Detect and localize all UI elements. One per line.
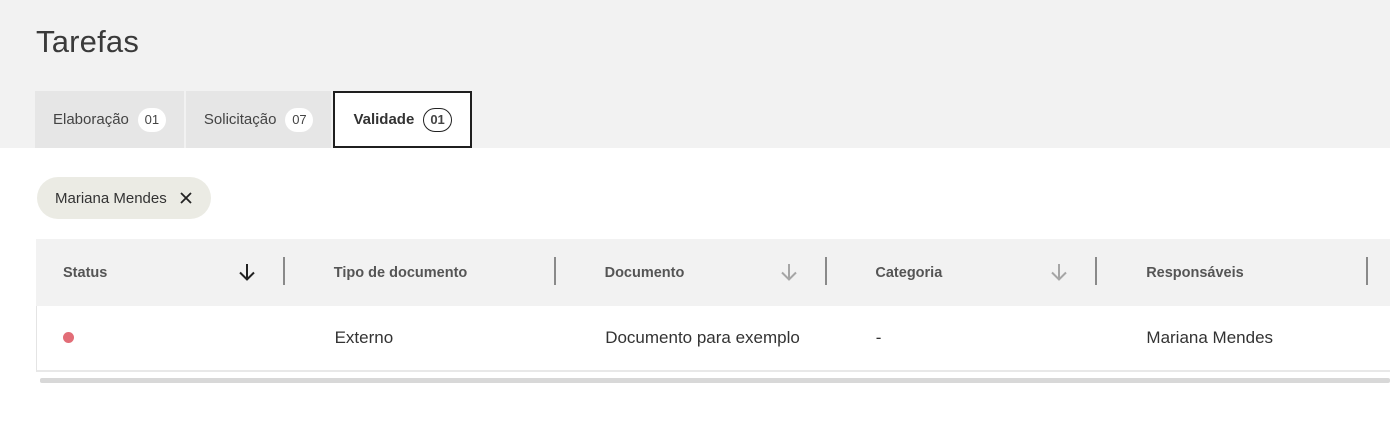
column-header-label: Categoria <box>875 264 943 281</box>
arrow-down-icon[interactable] <box>236 261 258 283</box>
tab-count-badge: 01 <box>137 107 166 132</box>
tab-solicitacao[interactable]: Solicitação 07 <box>185 91 332 148</box>
tipo-cell: Externo <box>334 328 394 347</box>
column-header-label: Status <box>63 264 108 281</box>
status-cell <box>37 328 308 348</box>
categoria-cell: - <box>875 328 882 347</box>
table-row[interactable]: Externo Documento para exemplo - Mariana… <box>36 306 1390 372</box>
page-header: Tarefas Elaboração 01 Solicitação 07 Val… <box>0 0 1390 148</box>
column-resize-handle[interactable] <box>1366 257 1369 285</box>
column-resize-handle[interactable] <box>1095 257 1098 285</box>
column-resize-handle[interactable] <box>553 257 556 285</box>
tab-validade[interactable]: Validade 01 <box>333 91 472 148</box>
arrow-down-icon[interactable] <box>778 261 800 283</box>
horizontal-scrollbar[interactable] <box>40 378 1390 383</box>
column-header-categoria[interactable]: Categoria <box>848 239 1119 306</box>
column-header-tipo-de-documento[interactable]: Tipo de documento <box>307 239 578 306</box>
responsaveis-cell: Mariana Mendes <box>1146 328 1274 347</box>
status-dot <box>63 332 74 343</box>
column-header-documento[interactable]: Documento <box>578 239 849 306</box>
column-header-label: Documento <box>604 264 685 281</box>
column-header-label: Tipo de documento <box>333 264 468 281</box>
tab-count-badge: 01 <box>423 107 452 132</box>
tab-label: Validade <box>353 111 415 128</box>
tab-count-badge: 07 <box>285 107 314 132</box>
column-header-status[interactable]: Status <box>36 239 307 306</box>
table-header: Status Tipo de documento Documento Categ… <box>36 239 1390 306</box>
tasks-table: Status Tipo de documento Documento Categ… <box>36 239 1390 372</box>
column-resize-handle[interactable] <box>283 257 285 285</box>
page-title: Tarefas <box>36 24 140 59</box>
column-header-label: Responsáveis <box>1146 264 1244 281</box>
tab-bar: Elaboração 01 Solicitação 07 Validade 01 <box>35 91 474 148</box>
close-icon[interactable] <box>179 191 193 205</box>
tab-label: Elaboração <box>53 111 129 128</box>
column-resize-handle[interactable] <box>824 257 827 285</box>
arrow-down-icon[interactable] <box>1048 261 1070 283</box>
documento-cell: Documento para exemplo <box>605 328 800 347</box>
filter-chip-label: Mariana Mendes <box>55 189 167 207</box>
tab-elaboracao[interactable]: Elaboração 01 <box>35 91 184 148</box>
tab-label: Solicitação <box>203 111 277 128</box>
column-header-responsaveis[interactable]: Responsáveis <box>1119 239 1390 306</box>
filter-chip[interactable]: Mariana Mendes <box>37 177 211 219</box>
